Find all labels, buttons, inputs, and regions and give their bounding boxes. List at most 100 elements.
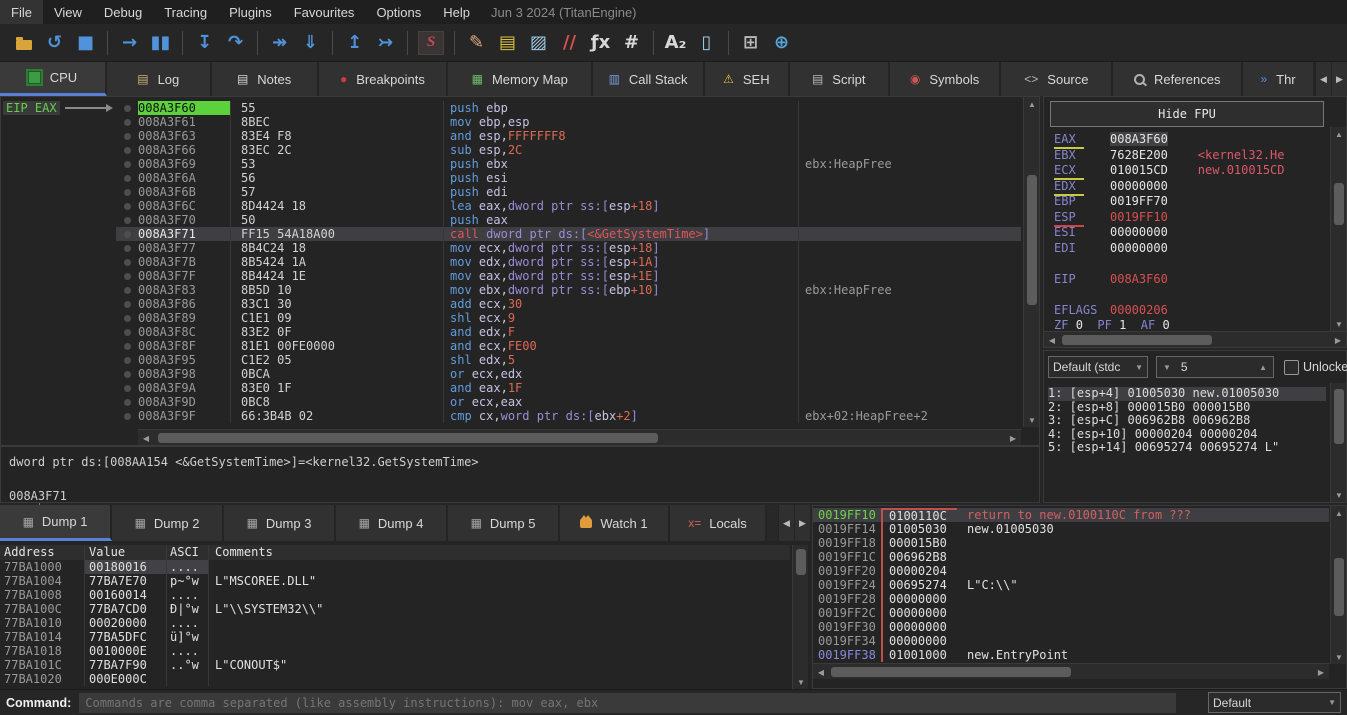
scroll-down-arrow-icon[interactable]: ▼ [1331,650,1347,664]
dump-tab-dump-3[interactable]: ▦Dump 3 [224,505,336,541]
scroll-thumb[interactable] [1334,183,1344,225]
unlocked-checkbox[interactable] [1284,360,1299,375]
register-row[interactable]: EBX7628E200<kernel32.He [1054,148,1285,163]
disasm-row[interactable]: 008A3F89C1E1 09shl ecx,9 [116,311,1021,325]
scroll-thumb[interactable] [796,549,806,575]
disasm-row[interactable]: 008A3F9F66:3B4B 02cmp cx,word ptr ds:[eb… [116,409,1021,423]
breakpoint-dot[interactable] [116,227,138,241]
run-until-return-button[interactable]: ↥ [339,28,370,58]
dump-row[interactable]: 77BA100C77BA7CD0Ð|°wL"\\SYSTEM32\\" [0,602,790,616]
breakpoint-dot[interactable] [116,311,138,325]
stack-row[interactable]: 0019FF3000000000 [813,620,1329,634]
disasm-row[interactable]: 008A3F7050push eax [116,213,1021,227]
disasm-row[interactable]: 008A3F7F8B4424 1Emov eax,dword ptr ss:[e… [116,269,1021,283]
dump-row[interactable]: 77BA100000180016.... [0,560,790,574]
breakpoint-dot[interactable] [116,297,138,311]
disasm-row[interactable]: 008A3F6953push ebxebx:HeapFree [116,157,1021,171]
disasm-row[interactable]: 008A3F8683C1 30add ecx,30 [116,297,1021,311]
menu-item-file[interactable]: File [0,0,43,24]
breakpoint-dot[interactable] [116,199,138,213]
register-value[interactable]: 008A3F60 [1110,132,1168,146]
disasm-vertical-scrollbar[interactable]: ▲ ▼ [1023,97,1039,427]
breakpoint-dot[interactable] [116,339,138,353]
stack-horizontal-scrollbar[interactable]: ◀ ▶ [813,663,1329,679]
breakpoint-dot[interactable] [116,171,138,185]
scroll-thumb[interactable] [1334,389,1344,444]
stack-vertical-scrollbar[interactable]: ▲ ▼ [1330,506,1346,664]
register-row[interactable]: ESI00000000 [1054,225,1168,240]
disasm-row[interactable]: 008A3F6B57push edi [116,185,1021,199]
register-value[interactable]: 7628E200 [1110,148,1168,162]
register-value[interactable]: 00000206 [1110,303,1168,317]
tab-script[interactable]: ▤Script [790,62,890,96]
tab-references[interactable]: References [1113,62,1243,96]
tab-seh[interactable]: ⚠SEH [705,62,790,96]
register-value[interactable]: 00000000 [1110,225,1168,239]
disasm-row[interactable]: 008A3F838B5D 10mov ebx,dword ptr ss:[ebp… [116,283,1021,297]
ordinals-button[interactable]: # [616,28,647,58]
breakpoint-dot[interactable] [116,395,138,409]
register-row[interactable]: ECX010015CDnew.010015CD [1054,163,1285,178]
breakpoint-dot[interactable] [116,409,138,423]
spinner-down-icon[interactable]: ▼ [1163,363,1171,372]
dump-row[interactable]: 77BA101000020000.... [0,616,790,630]
spinner-up-icon[interactable]: ▲ [1259,363,1267,372]
dump-row[interactable]: 77BA100477BA7E70p~°wL"MSCOREE.DLL" [0,574,790,588]
calculator-button[interactable]: ⊞ [735,28,766,58]
stack-row[interactable]: 0019FF1C006962B8 [813,550,1329,564]
breakpoint-dot[interactable] [116,255,138,269]
comment-button[interactable]: ▤ [492,28,523,58]
step-into-button[interactable]: ↧ [189,28,220,58]
scroll-up-arrow-icon[interactable]: ▲ [1024,97,1040,111]
dump-row[interactable]: 77BA101477BA5DFCü]°w [0,630,790,644]
dump-column-header[interactable]: Comments [208,545,790,560]
disasm-row[interactable]: 008A3F6C8D4424 18lea eax,dword ptr ss:[e… [116,199,1021,213]
dump-row[interactable]: 77BA100800160014.... [0,588,790,602]
register-value[interactable]: 0019FF70 [1110,194,1168,208]
argument-row[interactable]: 3: [esp+C] 006962B8 006962B8 [1048,414,1326,428]
pause-button[interactable]: ▮▮ [145,28,176,58]
breakpoint-dot[interactable] [116,325,138,339]
step-over-button[interactable]: ↷ [220,28,251,58]
patch-button[interactable]: ▯ [691,28,722,58]
register-value[interactable]: 008A3F60 [1110,272,1168,286]
register-row[interactable]: EDI00000000 [1054,241,1168,256]
calling-convention-select[interactable]: Default (stdc ▼ [1048,356,1148,378]
scroll-thumb[interactable] [158,433,658,443]
disasm-row[interactable]: 008A3F95C1E2 05shl edx,5 [116,353,1021,367]
stack-row[interactable]: 0019FF2800000000 [813,592,1329,606]
breakpoint-dot[interactable] [116,115,138,129]
dump-row[interactable]: 77BA10180010000E.... [0,644,790,658]
animate-into-button[interactable]: ↣ [370,28,401,58]
stack-row[interactable]: 0019FF3400000000 [813,634,1329,648]
stack-row[interactable]: 0019FF100100110Creturn to new.0100110C f… [813,508,1329,522]
scroll-right-arrow-icon[interactable]: ▶ [1313,665,1329,679]
breakpoint-dot[interactable] [116,269,138,283]
stack-row[interactable]: 0019FF18000015B0 [813,536,1329,550]
breakpoint-dot[interactable] [116,157,138,171]
register-row[interactable]: EFLAGS00000206 [1054,303,1168,318]
argument-count-spinner[interactable]: ▼ 5 ▲ [1156,356,1274,378]
dump-tab-dump-5[interactable]: ▦Dump 5 [448,505,560,541]
dump-tab-dump-1[interactable]: ▦Dump 1 [0,505,112,541]
tab-scroll-left-button[interactable]: ◀ [1315,62,1331,96]
dump-row[interactable]: 77BA1020000E000C [0,672,790,686]
disasm-horizontal-scrollbar[interactable]: ◀ ▶ [138,429,1021,445]
scroll-down-arrow-icon[interactable]: ▼ [1331,488,1347,502]
scroll-up-arrow-icon[interactable]: ▲ [1331,127,1347,141]
register-row[interactable]: EIP008A3F60 [1054,272,1168,287]
scroll-thumb[interactable] [1334,558,1344,616]
command-input[interactable] [79,693,1176,713]
argument-row[interactable]: 2: [esp+8] 000015B0 000015B0 [1048,401,1326,415]
register-value[interactable]: 010015CD [1110,163,1168,177]
breakpoint-dot[interactable] [116,213,138,227]
menu-item-tracing[interactable]: Tracing [153,0,218,24]
argument-row[interactable]: 5: [esp+14] 00695274 00695274 L" [1048,441,1326,455]
tab-breakpoints[interactable]: ●Breakpoints [319,62,449,96]
dump-tab-scroll-left-button[interactable]: ◀ [778,505,794,541]
function-button[interactable]: ƒx [585,28,616,58]
stack-row[interactable]: 0019FF3801001000new.EntryPoint [813,648,1329,662]
register-row[interactable]: EAX008A3F60 [1054,132,1168,147]
dump-vertical-scrollbar[interactable]: ▼ [792,545,808,689]
assemble-button[interactable]: ✎ [461,28,492,58]
